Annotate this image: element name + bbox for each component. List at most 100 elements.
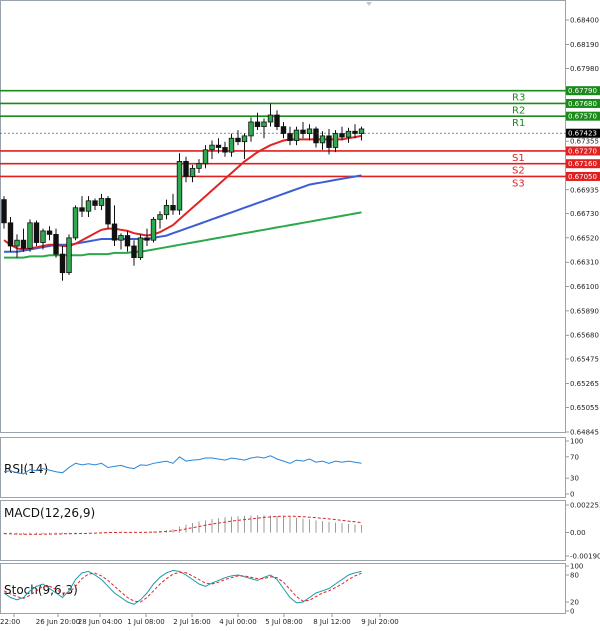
candle-body: [332, 133, 339, 148]
candle: [176, 153, 183, 215]
candle-body: [33, 222, 40, 243]
candle-body: [306, 128, 313, 134]
candle-body: [92, 200, 98, 206]
candle-body: [20, 239, 27, 249]
candle: [33, 220, 40, 246]
price-tick-label: 0.65680: [570, 332, 599, 340]
time-tick-label: 26 Jun 20:00: [36, 618, 80, 626]
level-price-label: 0.67050: [568, 173, 597, 181]
candle-body: [1, 199, 7, 224]
time-tick-label: 1 Jul 08:00: [127, 618, 165, 626]
candle-body: [287, 133, 293, 141]
candle-body: [53, 234, 59, 255]
candle-body: [215, 144, 222, 148]
candle-body: [313, 128, 319, 144]
candle-body: [66, 237, 72, 274]
level-price-label: 0.67160: [568, 160, 597, 168]
candle-body: [118, 235, 124, 241]
time-tick-label: 22:00: [0, 618, 20, 626]
price-tick-label: 0.65475: [570, 355, 599, 363]
level-label-s1: S1: [512, 153, 525, 164]
level-price-label: 0.67790: [568, 87, 597, 95]
time-tick-label: 9 Jul 20:00: [361, 618, 399, 626]
price-tick-label: 0.65265: [570, 380, 599, 388]
candle-body: [124, 235, 131, 247]
candle: [66, 234, 72, 275]
candle-body: [209, 144, 215, 151]
macd-title: MACD(12,26,9): [4, 506, 95, 520]
price-tick-label: 0.67980: [570, 65, 599, 73]
candle-body: [176, 160, 183, 211]
candle: [150, 217, 157, 243]
time-tick-label: 28 Jun 04:00: [78, 618, 122, 626]
candle-body: [27, 222, 33, 249]
indicator-tick-label: 20: [570, 599, 579, 607]
candle-body: [14, 239, 20, 247]
price-tick-label: 0.66935: [570, 186, 599, 194]
price-tick-label: 0.66310: [570, 259, 599, 267]
candle-body: [196, 163, 202, 169]
level-label-s2: S2: [512, 166, 525, 177]
candle-body: [345, 130, 352, 138]
candle-body: [79, 207, 85, 212]
candle-body: [137, 237, 144, 258]
candle-body: [157, 214, 163, 220]
candle-body: [274, 114, 280, 128]
candle: [137, 234, 144, 260]
indicator-tick-label: 0: [570, 608, 574, 616]
candle-body: [183, 160, 189, 177]
level-label-r2: R2: [512, 105, 525, 116]
level-label-s3: S3: [512, 178, 525, 189]
candle-body: [170, 205, 176, 211]
candle-body: [144, 237, 150, 241]
candle-body: [202, 149, 209, 165]
candle-body: [59, 253, 66, 274]
forex-chart: 0.68400 0.68190 0.67980 0.67790 0.67680 0.675…: [0, 0, 600, 631]
indicator-tick-label: 0: [570, 491, 574, 499]
price-tick-label: 0.67355: [570, 138, 599, 146]
candle-body: [248, 121, 254, 137]
indicator-tick-label: 0.002253: [570, 502, 600, 510]
candle: [72, 205, 79, 241]
current-price-label: 0.67423: [568, 130, 597, 138]
candle-body: [150, 218, 157, 241]
candle-body: [280, 126, 287, 134]
candle-body: [241, 135, 248, 143]
price-tick-label: 0.66520: [570, 234, 599, 242]
candle: [27, 219, 33, 252]
candle-body: [105, 198, 111, 225]
indicator-tick-label: 100: [570, 563, 583, 571]
candle-body: [98, 198, 105, 206]
candle-body: [339, 133, 345, 138]
candle-body: [111, 223, 118, 241]
time-tick-label: 8 Jul 12:00: [313, 618, 351, 626]
level-price-label: 0.67680: [568, 100, 597, 108]
time-tick-label: 4 Jul 00:00: [219, 618, 257, 626]
candle-body: [267, 114, 274, 123]
candle-body: [46, 230, 53, 235]
candle-body: [358, 128, 365, 134]
indicator-tick-label: 30: [570, 475, 579, 483]
candle-body: [235, 137, 241, 143]
indicator-tick-label: 70: [570, 453, 579, 461]
candle-body: [261, 121, 267, 128]
level-price-label: 0.67270: [568, 147, 597, 155]
candle-body: [7, 222, 14, 247]
price-tick-label: 0.65890: [570, 307, 599, 315]
candle-body: [228, 137, 235, 153]
candle-body: [222, 147, 228, 153]
candle-body: [254, 121, 261, 128]
indicator-tick-label: 0.00: [570, 529, 586, 537]
candle-body: [319, 135, 326, 144]
time-tick-label: 2 Jul 16:00: [173, 618, 211, 626]
candle-body: [85, 200, 92, 212]
candle-body: [326, 135, 332, 148]
indicator-tick-label: 100: [570, 438, 583, 446]
indicator-tick-label: 80: [570, 572, 579, 580]
level-price-label: 0.67570: [568, 113, 597, 121]
price-tick-label: 0.68190: [570, 41, 599, 49]
price-tick-label: 0.65055: [570, 404, 599, 412]
chart-background: [0, 0, 600, 631]
candle-body: [40, 230, 46, 243]
price-tick-label: 0.68400: [570, 17, 599, 25]
